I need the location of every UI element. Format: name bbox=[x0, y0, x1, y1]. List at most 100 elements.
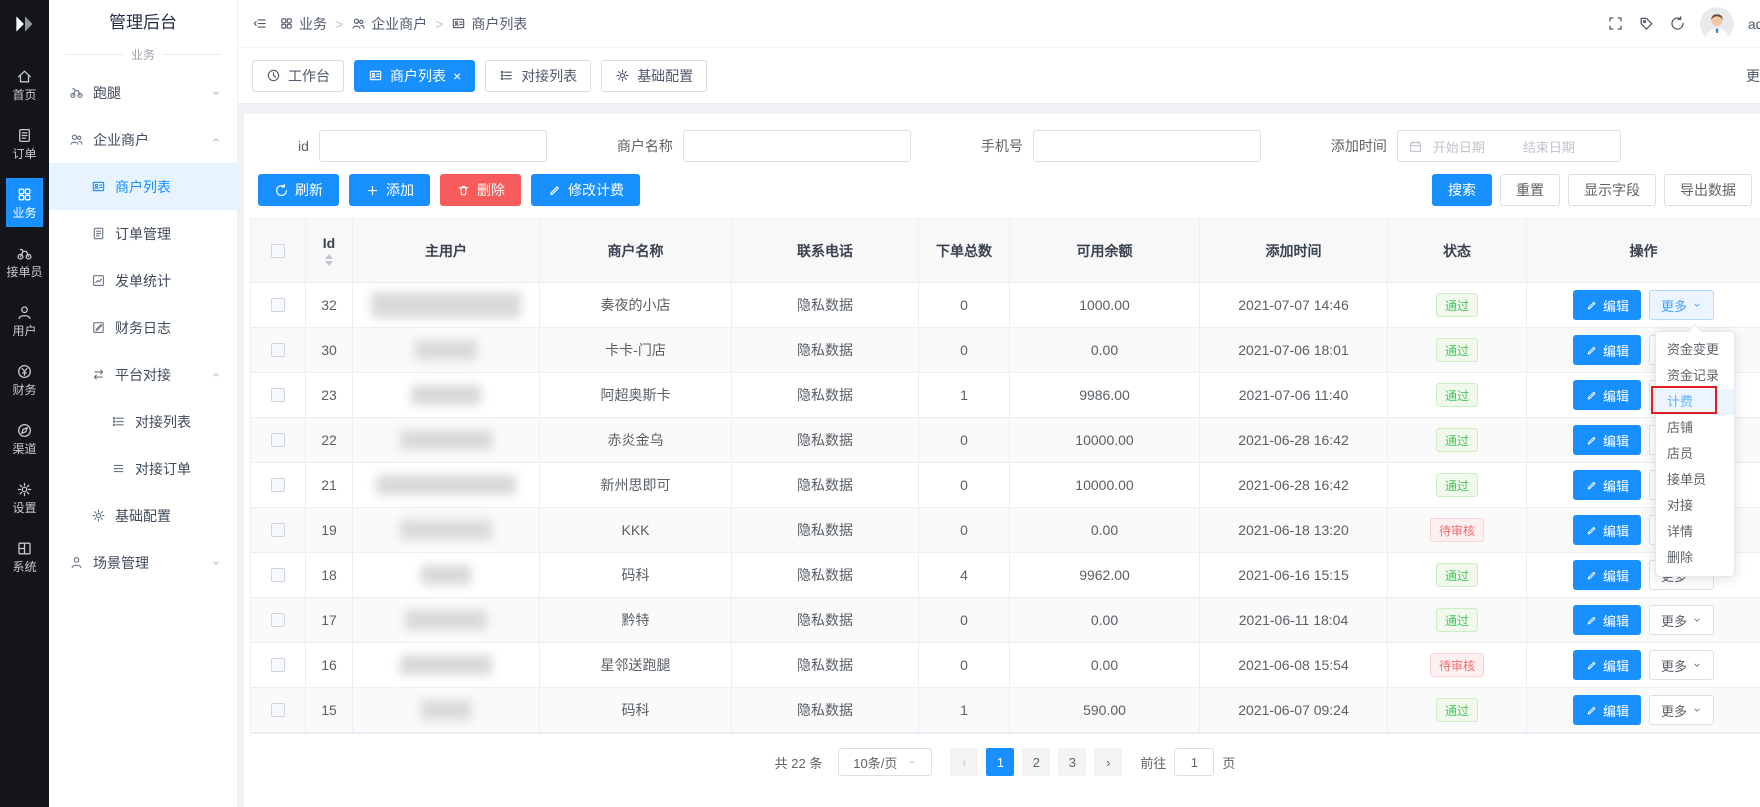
sidebar-item-merchant-list[interactable]: 商户列表 bbox=[49, 163, 237, 210]
more-button[interactable]: 更多 bbox=[1649, 290, 1714, 320]
breadcrumb-item-enterprise-merchant[interactable]: 企业商户 bbox=[351, 14, 427, 34]
rail-item-channel[interactable]: 渠道 bbox=[6, 414, 42, 463]
dropdown-item-clerk[interactable]: 店员 bbox=[1656, 441, 1734, 467]
sidebar-item-dispatch-stats[interactable]: 发单统计 bbox=[49, 257, 237, 304]
next-page-button[interactable]: › bbox=[1094, 748, 1122, 776]
dropdown-item-delete[interactable]: 删除 bbox=[1656, 545, 1734, 571]
sidebar-item-base-config[interactable]: 基础配置 bbox=[49, 492, 237, 539]
goto-page-input[interactable] bbox=[1174, 748, 1214, 776]
date-range-input[interactable]: 开始日期结束日期 bbox=[1397, 130, 1621, 162]
prev-page-button[interactable]: ‹ bbox=[950, 748, 978, 776]
row-checkbox[interactable] bbox=[271, 658, 285, 672]
added-time: 2021-06-18 13:20 bbox=[1238, 522, 1349, 538]
sidebar-item-scene-manage[interactable]: 场景管理 bbox=[49, 539, 237, 586]
privacy-data-text: 隐私数据 bbox=[797, 340, 853, 360]
dropdown-item-fund-change[interactable]: 资金变更 bbox=[1656, 337, 1734, 363]
dropdown-item-detail[interactable]: 详情 bbox=[1656, 519, 1734, 545]
edit-button[interactable]: 编辑 bbox=[1573, 560, 1641, 590]
fullscreen-icon[interactable] bbox=[1607, 15, 1624, 32]
edit-button[interactable]: 编辑 bbox=[1573, 605, 1641, 635]
skin-icon[interactable] bbox=[1638, 15, 1655, 32]
edit-button[interactable]: 编辑 bbox=[1573, 650, 1641, 680]
row-checkbox[interactable] bbox=[271, 523, 285, 537]
more-button[interactable]: 更多 bbox=[1649, 650, 1714, 680]
sidebar-item-order-manage[interactable]: 订单管理 bbox=[49, 210, 237, 257]
sidebar-item-finance-log[interactable]: 财务日志 bbox=[49, 304, 237, 351]
search-button[interactable]: 搜索 bbox=[1432, 174, 1492, 206]
delete-button[interactable]: 删除 bbox=[440, 174, 521, 206]
close-icon[interactable]: × bbox=[453, 69, 461, 83]
show-fields-button[interactable]: 显示字段 bbox=[1568, 174, 1656, 206]
row-checkbox[interactable] bbox=[271, 703, 285, 717]
row-checkbox[interactable] bbox=[271, 568, 285, 582]
edit-button[interactable]: 编辑 bbox=[1573, 290, 1641, 320]
dropdown-item-billing[interactable]: 计费 bbox=[1656, 389, 1734, 415]
tab-merchant-list[interactable]: 商户列表× bbox=[354, 60, 475, 92]
refresh-icon[interactable] bbox=[1669, 15, 1686, 32]
sidebar-item-connect-orders[interactable]: 对接订单 bbox=[49, 445, 237, 492]
row-checkbox[interactable] bbox=[271, 433, 285, 447]
rail-item-courier[interactable]: 接单员 bbox=[6, 237, 42, 286]
collapse-sidebar-icon[interactable] bbox=[252, 16, 267, 31]
export-data-button[interactable]: 导出数据 bbox=[1664, 174, 1752, 206]
dropdown-item-connect[interactable]: 对接 bbox=[1656, 493, 1734, 519]
header-checkbox[interactable] bbox=[271, 244, 285, 258]
sidebar-item-paotui[interactable]: 跑腿 bbox=[49, 69, 237, 116]
app-logo-icon[interactable] bbox=[12, 0, 38, 48]
dropdown-item-courier[interactable]: 接单员 bbox=[1656, 467, 1734, 493]
breadcrumb-item-merchant-list[interactable]: 商户列表 bbox=[451, 14, 527, 34]
user-name[interactable]: admin bbox=[1748, 16, 1760, 32]
rail-item-users[interactable]: 用户 bbox=[6, 296, 42, 345]
user-avatar[interactable] bbox=[1700, 7, 1734, 41]
edit-button[interactable]: 编辑 bbox=[1573, 515, 1641, 545]
privacy-data-text: 隐私数据 bbox=[797, 610, 853, 630]
refresh-button[interactable]: 刷新 bbox=[258, 174, 339, 206]
sort-carets-icon[interactable] bbox=[325, 254, 333, 266]
tabs-more-button[interactable]: 更多 bbox=[1746, 66, 1760, 86]
add-button[interactable]: 添加 bbox=[349, 174, 430, 206]
merchant-name-input[interactable] bbox=[683, 130, 911, 162]
edit-button[interactable]: 编辑 bbox=[1573, 425, 1641, 455]
page-button-1[interactable]: 1 bbox=[986, 748, 1014, 776]
row-checkbox[interactable] bbox=[271, 343, 285, 357]
sidebar-item-connect-list[interactable]: 对接列表 bbox=[49, 398, 237, 445]
edit-button[interactable]: 编辑 bbox=[1573, 695, 1641, 725]
row-checkbox[interactable] bbox=[271, 613, 285, 627]
edit-button[interactable]: 编辑 bbox=[1573, 335, 1641, 365]
cell-id: 22 bbox=[306, 418, 353, 463]
edit-button[interactable]: 编辑 bbox=[1573, 470, 1641, 500]
dropdown-item-shop[interactable]: 店铺 bbox=[1656, 415, 1734, 441]
rail-item-system[interactable]: 系统 bbox=[6, 532, 42, 581]
row-checkbox[interactable] bbox=[271, 388, 285, 402]
reset-button[interactable]: 重置 bbox=[1500, 174, 1560, 206]
column-header-merchant-name: 商户名称 bbox=[540, 219, 732, 283]
dropdown-item-fund-record[interactable]: 资金记录 bbox=[1656, 363, 1734, 389]
user-icon bbox=[16, 304, 33, 321]
sidebar-item-enterprise-merchant[interactable]: 企业商户 bbox=[49, 116, 237, 163]
row-checkbox[interactable] bbox=[271, 298, 285, 312]
rail-item-settings[interactable]: 设置 bbox=[6, 473, 42, 522]
rail-item-home[interactable]: 首页 bbox=[6, 60, 42, 109]
tab-connect-list[interactable]: 对接列表 bbox=[485, 60, 591, 92]
more-button[interactable]: 更多 bbox=[1649, 605, 1714, 635]
row-checkbox[interactable] bbox=[271, 478, 285, 492]
page-size-select[interactable]: 10条/页 bbox=[838, 748, 932, 776]
phone-input[interactable] bbox=[1033, 130, 1261, 162]
breadcrumb-item-business[interactable]: 业务 bbox=[279, 14, 327, 34]
rail-item-orders[interactable]: 订单 bbox=[6, 119, 42, 168]
page-button-3[interactable]: 3 bbox=[1058, 748, 1086, 776]
tab-base-config[interactable]: 基础配置 bbox=[601, 60, 707, 92]
modify-billing-button[interactable]: 修改计费 bbox=[531, 174, 640, 206]
id-input[interactable] bbox=[319, 130, 547, 162]
edit-button[interactable]: 编辑 bbox=[1573, 380, 1641, 410]
cell-select bbox=[251, 508, 306, 553]
tab-workbench[interactable]: 工作台 bbox=[252, 60, 344, 92]
breadcrumb-label: 业务 bbox=[299, 14, 327, 34]
column-header-id[interactable]: Id bbox=[306, 219, 353, 283]
rail-item-finance[interactable]: 财务 bbox=[6, 355, 42, 404]
page-button-2[interactable]: 2 bbox=[1022, 748, 1050, 776]
card-icon bbox=[91, 179, 106, 194]
rail-item-business[interactable]: 业务 bbox=[6, 178, 42, 227]
more-button[interactable]: 更多 bbox=[1649, 695, 1714, 725]
sidebar-item-platform-connect[interactable]: 平台对接 bbox=[49, 351, 237, 398]
